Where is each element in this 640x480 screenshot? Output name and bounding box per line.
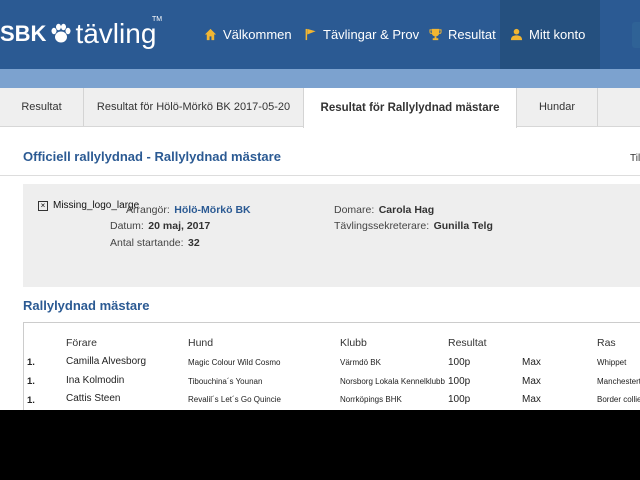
nav-resultat[interactable]: Resultat <box>429 0 496 69</box>
row-resultat: 100p <box>448 376 471 387</box>
row-ras: Manchesterte <box>597 377 640 386</box>
row-forare: Cattis Steen <box>66 393 121 404</box>
sbk-logo[interactable]: SBK tävling TM <box>0 14 162 54</box>
tab-hundar[interactable]: Hundar <box>517 88 598 126</box>
row-klubb: Norsborg Lokala Kennelklubb <box>340 377 445 386</box>
row-klubb: Norrköpings BHK <box>340 395 402 404</box>
row-place: 1. <box>27 376 35 387</box>
domare-value: Carola Hag <box>378 204 435 216</box>
tab-label: Resultat för Rallylydnad mästare <box>320 102 500 114</box>
row-ras: Border collie <box>597 395 640 404</box>
logo-sbk-text: SBK <box>0 21 47 46</box>
col-header-resultat[interactable]: Resultat <box>448 337 487 349</box>
sekreterare-label: Tävlingssekreterare: <box>334 220 430 232</box>
nav-label: Tävlingar & Prov <box>323 27 420 42</box>
antal-row: Antal startande: 32 <box>110 233 200 251</box>
trademark-mark: TM <box>152 16 163 23</box>
paw-icon <box>51 23 71 43</box>
nav-tavlingar-prov[interactable]: Tävlingar & Prov <box>305 0 419 69</box>
home-icon <box>204 28 217 41</box>
nav-mitt-konto[interactable]: Mitt konto <box>500 0 600 69</box>
broken-image-icon: × <box>38 201 48 211</box>
antal-value: 32 <box>188 237 200 249</box>
row-place: 1. <box>27 395 35 406</box>
col-header-ras[interactable]: Ras <box>597 337 616 349</box>
tab-resultat-holo-morko[interactable]: Resultat för Hölö-Mörkö BK 2017-05-20 <box>84 88 304 126</box>
sub-navbar <box>0 69 640 88</box>
row-max: Max <box>522 376 541 387</box>
user-icon <box>510 28 523 41</box>
datum-value: 20 maj, 2017 <box>148 220 211 232</box>
results-title: Rallylydnad mästare <box>23 298 150 313</box>
flag-icon <box>305 28 316 41</box>
col-header-forare[interactable]: Förare <box>66 337 97 349</box>
col-header-hund[interactable]: Hund <box>188 337 213 349</box>
arrangor-link[interactable]: Hölö-Mörkö BK <box>174 204 250 216</box>
tab-label: Resultat för Hölö-Mörkö BK 2017-05-20 <box>96 101 291 113</box>
row-max: Max <box>522 357 541 368</box>
tab-resultat-rallylydnad-mastare[interactable]: Resultat för Rallylydnad mästare <box>303 88 517 128</box>
divider <box>0 175 640 176</box>
sekreterare-row: Tävlingssekreterare: Gunilla Telg <box>334 216 493 234</box>
row-ras: Whippet <box>597 358 627 367</box>
datum-label: Datum: <box>110 220 144 232</box>
row-resultat: 100p <box>448 394 471 405</box>
header-right-button[interactable] <box>632 22 640 48</box>
nav-label: Resultat <box>448 27 496 42</box>
row-hund: Revalil´s Let´s Go Quincie <box>188 395 281 404</box>
row-place: 1. <box>27 357 35 368</box>
row-forare: Camilla Alvesborg <box>66 356 147 367</box>
arrangor-label: Arrangör: <box>126 204 170 216</box>
antal-label: Antal startande: <box>110 237 184 249</box>
tab-bar: Resultat Resultat för Hölö-Mörkö BK 2017… <box>0 88 640 128</box>
trophy-icon <box>429 28 442 41</box>
row-max: Max <box>522 394 541 405</box>
tab-label: Resultat <box>21 101 62 113</box>
top-navbar: SBK tävling TM Välkommen Tävlingar & Pro… <box>0 0 640 69</box>
nav-label: Mitt konto <box>529 27 586 42</box>
nav-label: Välkommen <box>223 27 292 42</box>
domare-label: Domare: <box>334 204 375 216</box>
page-title: Officiell rallylydnad - Rallylydnad mäst… <box>23 149 281 164</box>
datum-row: Datum: 20 maj, 2017 <box>110 216 210 234</box>
row-resultat: 100p <box>448 357 471 368</box>
row-forare: Ina Kolmodin <box>66 375 125 386</box>
col-header-klubb[interactable]: Klubb <box>340 337 367 349</box>
sekreterare-value: Gunilla Telg <box>433 220 493 232</box>
nav-valkommen[interactable]: Välkommen <box>204 0 292 69</box>
tab-label: Hundar <box>538 101 576 113</box>
row-hund: Magic Colour Wild Cosmo <box>188 358 281 367</box>
tab-resultat[interactable]: Resultat <box>0 88 84 126</box>
row-hund: Tibouchina´s Younan <box>188 377 263 386</box>
app-window: SBK tävling TM Välkommen Tävlingar & Pro… <box>0 0 640 410</box>
row-klubb: Värmdö BK <box>340 358 381 367</box>
logo-tavling-text: tävling <box>75 18 157 49</box>
cut-off-link[interactable]: Til <box>630 153 640 164</box>
